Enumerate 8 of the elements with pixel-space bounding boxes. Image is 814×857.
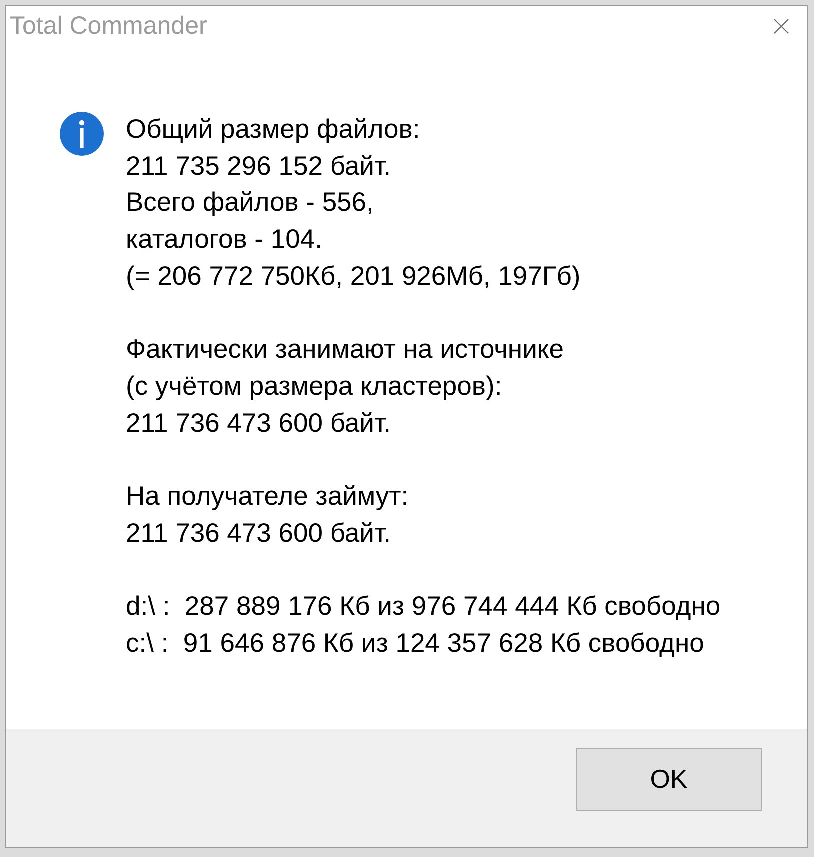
message-text: Общий размер файлов: 211 735 296 152 байт. Всего файлов - 556, каталогов - 104. (= 206 772 750Кб, 201 926Мб, 197Гб) (126, 113, 582, 293)
message-text: Фактически занимают на источнике (с учётом размера кластеров): 211 736 473 600 байт. (126, 333, 566, 440)
message-text: На получателе займут: 211 736 473 600 байт. (126, 480, 410, 550)
ok-button[interactable]: OK (576, 748, 762, 811)
info-icon (60, 112, 104, 156)
close-icon (774, 18, 788, 34)
message-text: d:\ : 287 889 176 Кб из 976 744 444 Кб свободно c:\ : 91 646 876 Кб из 124 357 628 Кб свободно (126, 590, 721, 660)
window-title: Total Commander (10, 12, 208, 40)
